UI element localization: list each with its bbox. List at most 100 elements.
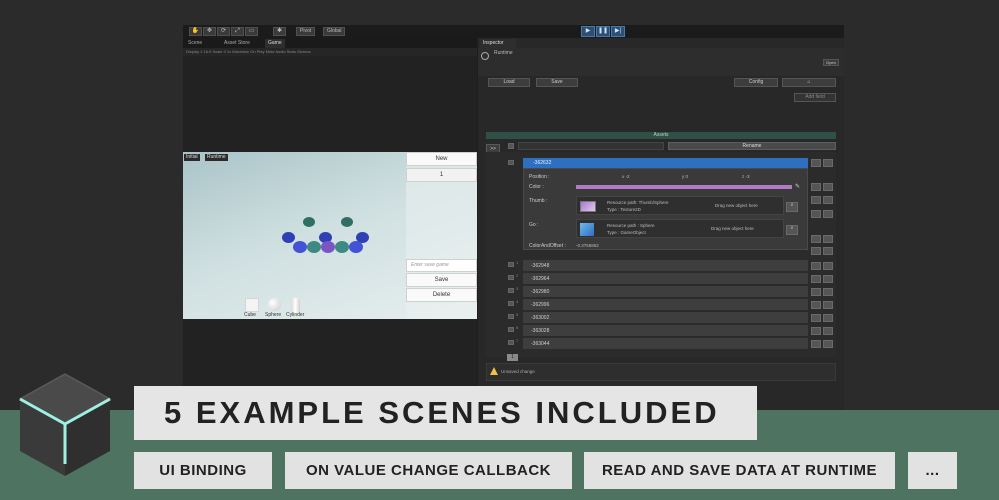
- go-label: Go :: [529, 222, 539, 228]
- field-reset-button[interactable]: [811, 183, 821, 191]
- row-remove-button[interactable]: [823, 327, 833, 335]
- position-y[interactable]: y 0: [682, 174, 688, 179]
- play-button[interactable]: ▶: [581, 26, 595, 37]
- page-button[interactable]: 1: [507, 354, 518, 361]
- game-view[interactable]: Initial Runtime Cube Sphere Cylinder New…: [183, 152, 477, 319]
- config-button[interactable]: Config: [734, 78, 778, 87]
- offset-remove-button[interactable]: [823, 247, 833, 255]
- selected-list-item[interactable]: -362632: [523, 158, 808, 168]
- move-tool-icon[interactable]: ✥: [203, 27, 216, 36]
- pause-button[interactable]: ❚❚: [596, 26, 610, 37]
- global-toggle[interactable]: Global: [323, 27, 346, 36]
- row-checkbox[interactable]: [508, 340, 514, 345]
- home-icon[interactable]: ⌂: [782, 78, 836, 87]
- select-all-checkbox[interactable]: [508, 143, 514, 149]
- hand-tool-icon[interactable]: ✋: [189, 27, 202, 36]
- thumb-path: Resource path: Thumb/Sphere: [607, 200, 669, 205]
- row-remove-button[interactable]: [823, 159, 833, 167]
- row-action-button[interactable]: [811, 301, 821, 309]
- thumb-remove-button[interactable]: [823, 210, 833, 218]
- thumb-search-icon[interactable]: ⌕: [786, 202, 798, 212]
- pivot-toggle[interactable]: Pivot: [296, 27, 316, 36]
- sphere-icon[interactable]: [268, 298, 281, 311]
- row-checkbox[interactable]: [508, 262, 514, 267]
- row-checkbox[interactable]: [508, 160, 514, 165]
- go-remove-button[interactable]: [823, 235, 833, 243]
- thumb-object-field[interactable]: Resource path: Thumb/Sphere Type : Textu…: [576, 196, 784, 215]
- row-checkbox[interactable]: [508, 275, 514, 280]
- row-checkbox[interactable]: [508, 301, 514, 306]
- position-x[interactable]: x -2: [622, 174, 630, 179]
- row-remove-button[interactable]: [823, 288, 833, 296]
- row-checkbox[interactable]: [508, 288, 514, 293]
- offset-reset-button[interactable]: [811, 247, 821, 255]
- new-button[interactable]: New: [406, 152, 477, 166]
- row-remove-button[interactable]: [823, 275, 833, 283]
- rotate-tool-icon[interactable]: ⟳: [217, 27, 230, 36]
- headline-banner: 5 EXAMPLE SCENES INCLUDED: [134, 386, 757, 440]
- thumb-reset-button[interactable]: [811, 210, 821, 218]
- row-action-button[interactable]: [811, 288, 821, 296]
- list-item[interactable]: -362996: [523, 299, 808, 311]
- go-reset-button[interactable]: [811, 235, 821, 243]
- list-item[interactable]: -363028: [523, 325, 808, 337]
- save-name-input[interactable]: Enter save game: [406, 259, 477, 272]
- load-button[interactable]: Load: [488, 78, 530, 87]
- row-action-button[interactable]: [811, 262, 821, 270]
- list-item[interactable]: -363044: [523, 338, 808, 350]
- rename-button[interactable]: Rename: [668, 142, 836, 150]
- color-reset-button[interactable]: [811, 196, 821, 204]
- search-field[interactable]: [518, 142, 664, 150]
- row-action-button[interactable]: [811, 314, 821, 322]
- rect-tool-icon[interactable]: ▭: [245, 27, 258, 36]
- add-field-button[interactable]: Add field: [794, 93, 836, 102]
- sphere-object: [303, 217, 315, 227]
- row-remove-button[interactable]: [823, 262, 833, 270]
- cube-icon[interactable]: [245, 298, 259, 312]
- save-ui-panel: New 1 Enter save game Save Delete: [406, 152, 477, 319]
- color-field[interactable]: [576, 185, 792, 189]
- color-remove-button[interactable]: [823, 196, 833, 204]
- go-search-icon[interactable]: ⌕: [786, 225, 798, 235]
- game-view-bar[interactable]: Display 1 16:9 Scale 0 1x Maximize On Pl…: [183, 48, 477, 56]
- row-index: 2: [516, 273, 519, 278]
- go-object-field[interactable]: Resource path : Sphere Type : GameObject…: [576, 219, 784, 238]
- row-action-button[interactable]: [811, 340, 821, 348]
- row-index: 1: [516, 260, 519, 265]
- save-button[interactable]: Save: [406, 273, 477, 287]
- save-inspector-button[interactable]: Save: [536, 78, 578, 87]
- tab-asset-store[interactable]: Asset Store: [221, 39, 253, 48]
- inspector-header: Runtime Open: [478, 48, 844, 76]
- row-checkbox[interactable]: [508, 314, 514, 319]
- tab-game[interactable]: Game: [265, 39, 285, 48]
- row-action-button[interactable]: [811, 327, 821, 335]
- eyedropper-icon[interactable]: ✎: [795, 183, 800, 190]
- tab-inspector[interactable]: Inspector: [480, 39, 516, 48]
- row-action-button[interactable]: [811, 275, 821, 283]
- pivot-label: Pivot: [300, 28, 312, 34]
- offset-value[interactable]: -0.3756862: [576, 243, 599, 248]
- transform-tool-icon[interactable]: ✱: [273, 27, 286, 36]
- initial-label[interactable]: Initial: [184, 154, 200, 161]
- row-remove-button[interactable]: [823, 301, 833, 309]
- delete-button[interactable]: Delete: [406, 288, 477, 302]
- row-remove-button[interactable]: [823, 314, 833, 322]
- list-item[interactable]: -362964: [523, 273, 808, 285]
- list-item[interactable]: -362980: [523, 286, 808, 298]
- field-remove-button[interactable]: [823, 183, 833, 191]
- row-checkbox[interactable]: [508, 327, 514, 332]
- thumb-drag-hint: Drag new object here: [715, 203, 758, 208]
- list-item[interactable]: -362948: [523, 260, 808, 272]
- open-button[interactable]: Open: [823, 59, 839, 66]
- position-z[interactable]: z -3: [742, 174, 750, 179]
- scale-tool-icon[interactable]: ⤢: [231, 27, 244, 36]
- list-item[interactable]: -363002: [523, 312, 808, 324]
- save-slot-dropdown[interactable]: 1: [406, 168, 477, 182]
- row-action-button[interactable]: [811, 159, 821, 167]
- runtime-label[interactable]: Runtime: [205, 154, 228, 161]
- cylinder-label: Cylinder: [286, 312, 305, 318]
- tab-scene[interactable]: Scene: [185, 39, 205, 48]
- row-remove-button[interactable]: [823, 340, 833, 348]
- step-button[interactable]: ▶|: [611, 26, 625, 37]
- feature-tag-ui-binding: UI BINDING: [134, 452, 272, 489]
